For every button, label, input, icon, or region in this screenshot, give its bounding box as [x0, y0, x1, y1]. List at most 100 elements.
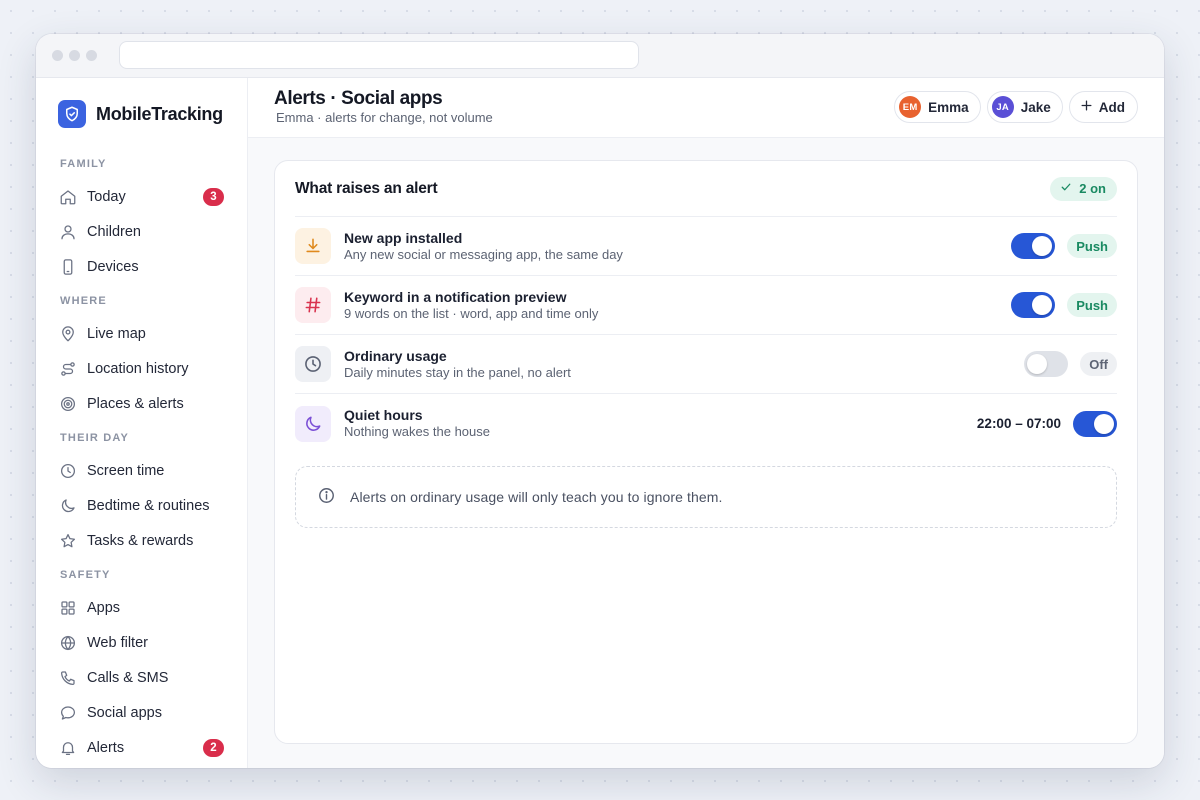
page-header: Alerts · Social apps Emma · alerts for c…: [248, 78, 1164, 138]
sidebar-item-label: Social apps: [87, 704, 162, 721]
rule-title: New app installed: [344, 229, 463, 246]
info-icon: [317, 486, 336, 508]
close-dot[interactable]: [52, 50, 63, 61]
sidebar-item-tasks-rewards[interactable]: Tasks & rewards: [58, 523, 224, 558]
add-child-button[interactable]: Add: [1068, 91, 1138, 123]
maximize-dot[interactable]: [86, 50, 97, 61]
info-note: Alerts on ordinary usage will only teach…: [295, 466, 1117, 528]
target-icon: [58, 394, 78, 414]
rule-toggle[interactable]: [1024, 351, 1069, 377]
delivery-tag[interactable]: Off: [1080, 352, 1117, 376]
clock-icon: [295, 346, 331, 382]
sidebar-item-social-apps[interactable]: Social apps: [58, 695, 224, 730]
sidebar: MobileTracking FAMILY Today 3 Children D…: [36, 78, 248, 768]
sidebar-item-label: Bedtime & routines: [87, 497, 210, 514]
app-window: MobileTracking FAMILY Today 3 Children D…: [36, 34, 1164, 768]
sidebar-item-label: Places & alerts: [87, 395, 184, 412]
main-content: Alerts · Social apps Emma · alerts for c…: [248, 78, 1164, 768]
card-header: What raises an alert 2 on: [295, 161, 1117, 217]
sidebar-item-places-alerts[interactable]: Places & alerts: [58, 386, 224, 421]
sidebar-item-devices[interactable]: Devices: [58, 249, 224, 284]
sidebar-item-label: Tasks & rewards: [87, 532, 194, 549]
sidebar-item-label: Apps: [87, 599, 121, 616]
status-badge: 2 on: [1050, 176, 1117, 201]
grid-icon: [58, 598, 78, 618]
plus-icon: [1080, 99, 1093, 115]
sidebar-item-calls-sms[interactable]: Calls & SMS: [58, 660, 224, 695]
rule-title: Keyword in a notification preview: [344, 288, 567, 305]
brand-name: MobileTracking: [96, 103, 223, 124]
delivery-tag[interactable]: Push: [1067, 293, 1117, 317]
rule-toggle[interactable]: [1073, 410, 1117, 437]
brand[interactable]: MobileTracking: [58, 100, 247, 128]
sidebar-item-label: Today: [87, 188, 126, 205]
notification-badge: 2: [203, 739, 224, 757]
map-pin-icon: [58, 324, 78, 344]
toggle-knob: [1032, 295, 1053, 315]
card-title: What raises an alert: [295, 179, 438, 197]
sidebar-item-label: Screen time: [87, 462, 165, 479]
child-name: Jake: [1020, 99, 1051, 115]
minimize-dot[interactable]: [69, 50, 80, 61]
rule-description: Nothing wakes the house: [344, 424, 490, 439]
rule-title: Quiet hours: [344, 407, 423, 423]
section-label-family: FAMILY: [60, 158, 107, 170]
sidebar-item-live-map[interactable]: Live map: [58, 316, 224, 351]
window-controls: [52, 50, 97, 61]
sidebar-item-web-filter[interactable]: Web filter: [58, 625, 224, 660]
home-icon: [58, 187, 78, 207]
toggle-knob: [1032, 236, 1053, 256]
section-label-their-day: THEIR DAY: [60, 432, 130, 444]
phone-call-icon: [58, 668, 78, 688]
sidebar-item-apps[interactable]: Apps: [58, 590, 224, 625]
rule-description: 9 words on the list · word, app and time…: [344, 305, 599, 321]
chat-bubble-icon: [58, 703, 78, 723]
clock-icon: [58, 461, 78, 481]
child-switcher: EM Emma JA Jake Add: [894, 91, 1138, 123]
bell-icon: [58, 738, 78, 758]
avatar: EM: [899, 96, 922, 118]
user-icon: [58, 222, 78, 242]
sidebar-item-label: Web filter: [87, 634, 148, 651]
address-bar[interactable]: [119, 41, 639, 69]
hash-icon: [295, 287, 331, 323]
shield-logo-icon: [58, 100, 86, 128]
sidebar-item-today[interactable]: Today 3: [58, 179, 224, 214]
rule-toggle[interactable]: [1011, 233, 1056, 259]
sidebar-item-label: Alerts: [87, 739, 125, 756]
sidebar-item-label: Children: [87, 223, 141, 240]
star-icon: [58, 531, 78, 551]
quiet-hours-time[interactable]: 22:00 – 07:00: [977, 416, 1061, 431]
child-chip-jake[interactable]: JA Jake: [986, 91, 1063, 123]
toggle-knob: [1094, 413, 1114, 434]
moon-icon: [295, 405, 331, 442]
sidebar-item-children[interactable]: Children: [58, 214, 224, 249]
delivery-tag[interactable]: Push: [1067, 234, 1117, 258]
check-icon: [1060, 181, 1072, 196]
moon-icon: [58, 496, 78, 516]
download-icon: [295, 228, 331, 264]
child-chip-emma[interactable]: EM Emma: [894, 91, 981, 123]
phone-icon: [58, 257, 78, 277]
child-name: Emma: [928, 99, 969, 115]
sidebar-item-alerts[interactable]: Alerts 2: [58, 730, 224, 765]
rule-row-ordinary-usage: Ordinary usage Daily minutes stay in the…: [295, 335, 1117, 394]
avatar: JA: [991, 96, 1014, 118]
browser-titlebar: [36, 34, 1164, 78]
sidebar-item-screen-time[interactable]: Screen time: [58, 453, 224, 488]
globe-icon: [58, 633, 78, 653]
notification-badge: 3: [203, 188, 224, 206]
rule-toggle[interactable]: [1011, 292, 1056, 318]
route-icon: [58, 359, 78, 379]
rule-row-keyword: Keyword in a notification preview 9 word…: [295, 276, 1117, 335]
sidebar-item-location-history[interactable]: Location history: [58, 351, 224, 386]
sidebar-item-bedtime-routines[interactable]: Bedtime & routines: [58, 488, 224, 523]
rule-row-quiet-hours: Quiet hours Nothing wakes the house 22:0…: [295, 394, 1117, 453]
section-label-where: WHERE: [60, 295, 107, 307]
sidebar-item-label: Live map: [87, 325, 146, 342]
info-note-text: Alerts on ordinary usage will only teach…: [350, 489, 723, 505]
rule-title: Ordinary usage: [344, 347, 447, 364]
rule-description: Any new social or messaging app, the sam…: [344, 246, 623, 262]
sidebar-item-label: Location history: [87, 360, 189, 377]
toggle-knob: [1027, 354, 1048, 374]
